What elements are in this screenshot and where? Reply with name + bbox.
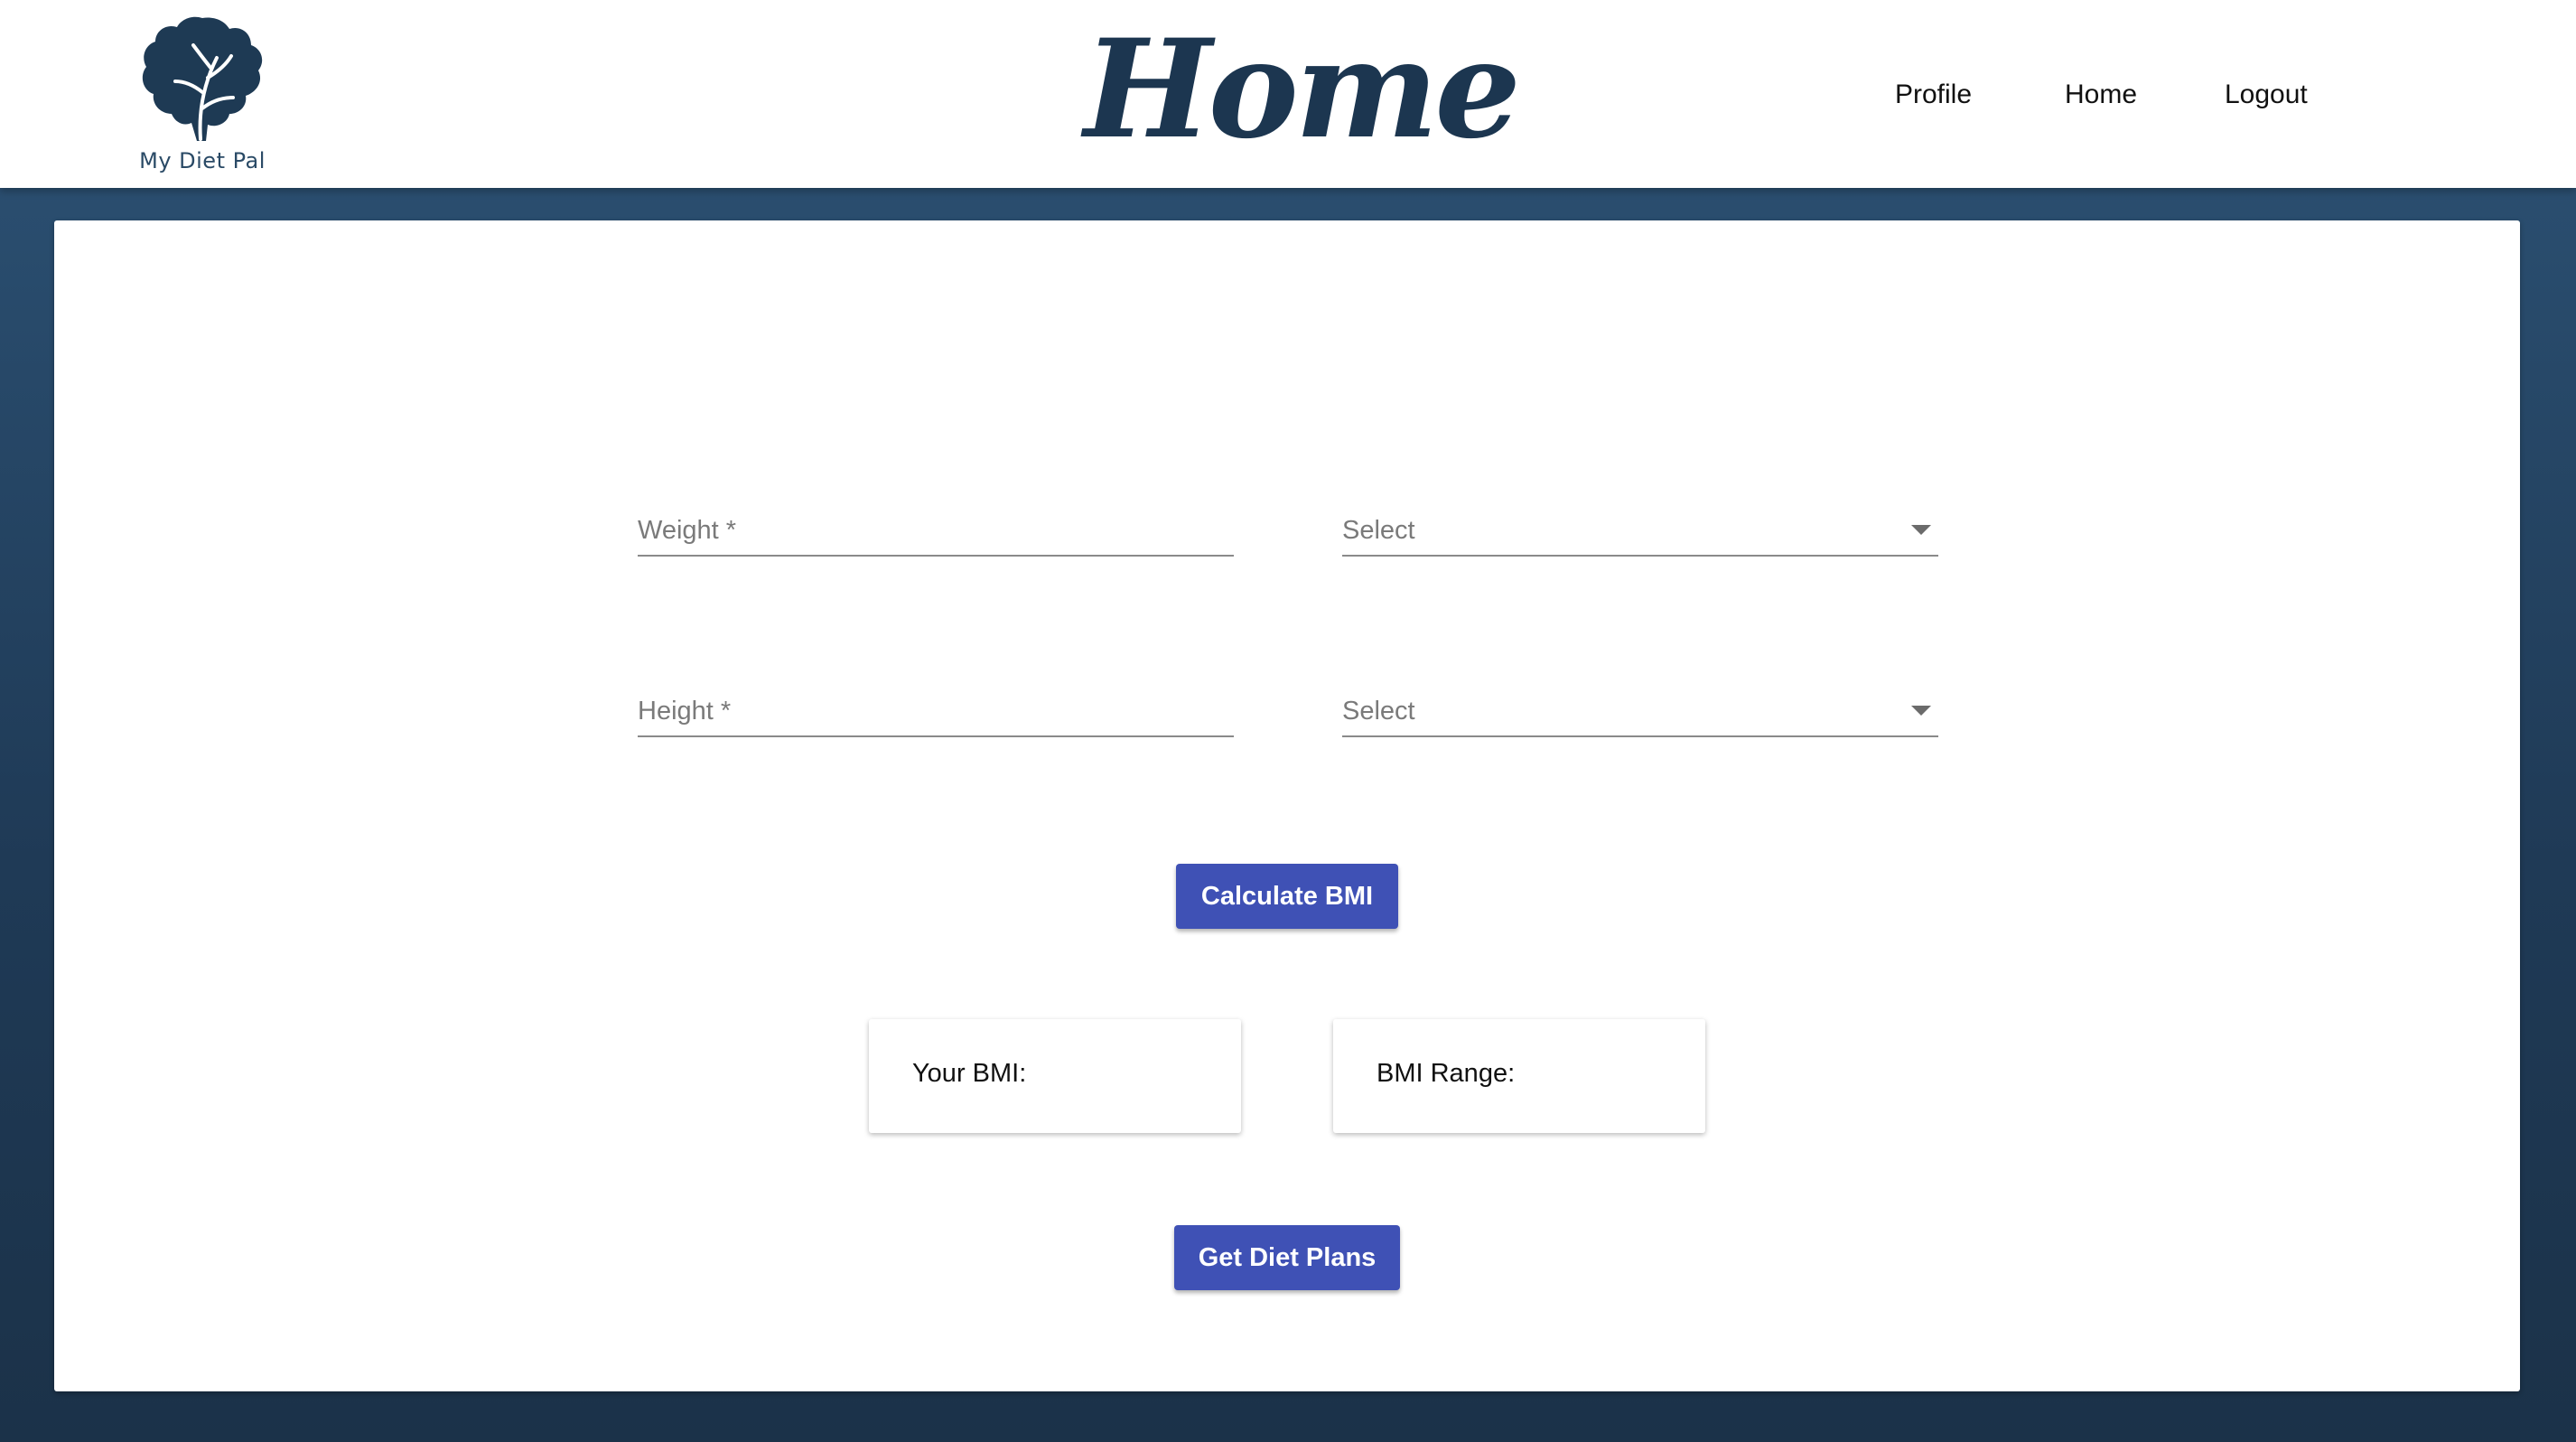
height-label: Height * — [638, 697, 732, 726]
height-unit-label: Select — [1342, 697, 1415, 726]
bmi-range-label: BMI Range: — [1377, 1059, 1516, 1088]
height-field[interactable]: Height * — [638, 672, 1234, 737]
lettuce-leaf-icon — [142, 16, 263, 141]
bmi-card: Weight * Select Height * Select Calculat… — [54, 220, 2520, 1391]
caret-down-icon — [1911, 525, 1931, 535]
weight-unit-select[interactable]: Select — [1342, 492, 1938, 557]
nav-link-logout[interactable]: Logout — [2225, 80, 2308, 110]
top-nav: Profile Home Logout — [0, 80, 2576, 116]
bmi-result-label: Your BMI: — [912, 1059, 1027, 1088]
app-header: My Diet Pal Home Profile Home Logout — [0, 0, 2576, 188]
weight-label: Weight * — [638, 516, 737, 545]
bmi-result-box: Your BMI: — [869, 1019, 1241, 1133]
nav-link-profile[interactable]: Profile — [1895, 80, 1972, 110]
weight-unit-label: Select — [1342, 516, 1415, 545]
caret-down-icon — [1911, 706, 1931, 716]
calculate-bmi-button[interactable]: Calculate BMI — [1176, 864, 1398, 929]
weight-field[interactable]: Weight * — [638, 492, 1234, 557]
bmi-range-box: BMI Range: — [1333, 1019, 1705, 1133]
get-diet-plans-button[interactable]: Get Diet Plans — [1174, 1225, 1400, 1290]
height-unit-select[interactable]: Select — [1342, 672, 1938, 737]
brand-name: My Diet Pal — [139, 148, 266, 173]
nav-link-home[interactable]: Home — [2065, 80, 2137, 110]
